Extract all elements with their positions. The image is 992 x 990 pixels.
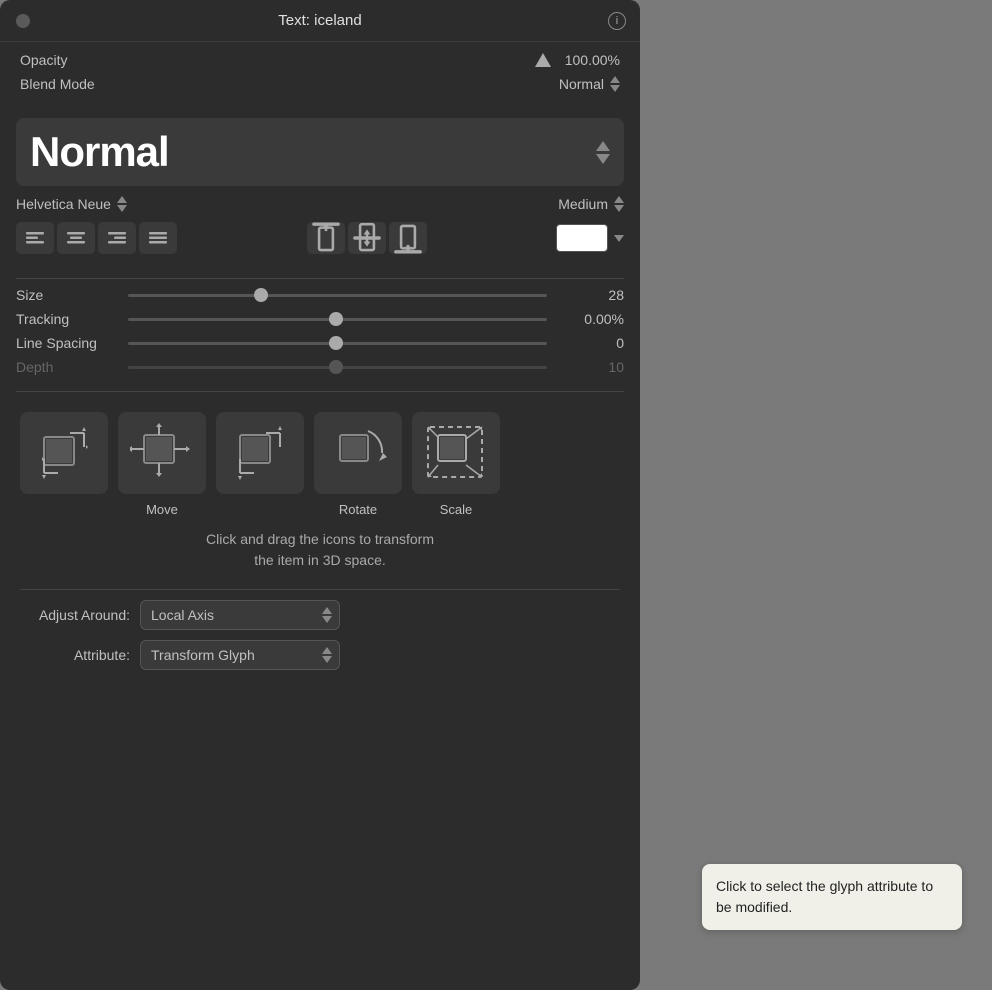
opacity-slider-thumb[interactable]: [535, 53, 551, 67]
justify-button[interactable]: [139, 222, 177, 254]
adjust-around-label: Adjust Around:: [20, 607, 130, 623]
scale-label: Scale: [412, 502, 500, 517]
font-family-up-arrow[interactable]: [117, 196, 127, 203]
alignment-color-row: [16, 222, 624, 254]
font-family-label: Helvetica Neue: [16, 196, 111, 212]
font-weight-up-arrow[interactable]: [614, 196, 624, 203]
titlebar: Text: iceland i: [0, 0, 640, 42]
size-slider[interactable]: [128, 294, 547, 297]
depth-value: 10: [559, 359, 624, 375]
attribute-select[interactable]: Transform Glyph Transform Character Tran…: [140, 640, 340, 670]
valign-middle-button[interactable]: [348, 222, 386, 254]
opacity-row: Opacity 100.00%: [20, 52, 620, 68]
font-weight-stepper[interactable]: [614, 196, 624, 212]
line-spacing-thumb[interactable]: [329, 336, 343, 350]
depth-row: Depth 10: [16, 359, 624, 375]
info-button[interactable]: i: [608, 12, 626, 30]
font-style-box: Normal: [16, 118, 624, 186]
callout-box: Click to select the glyph attribute to b…: [702, 864, 962, 930]
line-spacing-row: Line Spacing 0: [16, 335, 624, 351]
blend-mode-stepper[interactable]: [610, 76, 620, 92]
line-spacing-label: Line Spacing: [16, 335, 116, 351]
text-alignment-buttons: [16, 222, 177, 254]
depth-slider: [128, 366, 547, 369]
opacity-value: 100.00%: [565, 52, 620, 68]
move-label: Move: [118, 502, 206, 517]
callout-text: Click to select the glyph attribute to b…: [716, 878, 933, 915]
move-label-1: [20, 502, 108, 517]
size-row: Size 28: [16, 287, 624, 303]
font-family-stepper[interactable]: [117, 196, 127, 212]
font-weight-label: Medium: [558, 196, 608, 212]
font-family-down-arrow[interactable]: [117, 205, 127, 212]
blend-mode-down-arrow[interactable]: [610, 85, 620, 92]
attribute-label: Attribute:: [20, 647, 130, 663]
color-swatch-row: [556, 224, 624, 252]
close-button[interactable]: [16, 14, 30, 28]
tracking-row: Tracking 0.00%: [16, 311, 624, 327]
vertical-align-buttons: [307, 222, 427, 254]
main-panel: Text: iceland i Opacity 100.00% Blend Mo…: [0, 0, 640, 990]
move-icon-1[interactable]: [20, 412, 108, 494]
transform-section: Move Rotate Scale Click and drag the ico…: [0, 402, 640, 690]
valign-top-button[interactable]: [307, 222, 345, 254]
align-center-button[interactable]: [57, 222, 95, 254]
font-style-up-arrow[interactable]: [596, 141, 610, 151]
scale-icon[interactable]: [412, 412, 500, 494]
blend-mode-label: Blend Mode: [20, 76, 95, 92]
opacity-label: Opacity: [20, 52, 67, 68]
move-icon-2[interactable]: [118, 412, 206, 494]
rotate-label: Rotate: [314, 502, 402, 517]
size-label: Size: [16, 287, 116, 303]
tracking-slider-thumb[interactable]: [329, 312, 343, 326]
tracking-label: Tracking: [16, 311, 116, 327]
font-style-down-arrow[interactable]: [596, 154, 610, 164]
adjust-around-row: Adjust Around: Local Axis World Axis Scr…: [20, 600, 620, 630]
font-display-name: Normal: [30, 128, 169, 176]
adjust-around-dropdown-wrapper: Local Axis World Axis Screen Axis: [140, 600, 340, 630]
move-label-3: [216, 502, 304, 517]
attribute-dropdown-wrapper: Transform Glyph Transform Character Tran…: [140, 640, 340, 670]
align-right-button[interactable]: [98, 222, 136, 254]
attribute-row: Attribute: Transform Glyph Transform Cha…: [20, 640, 620, 670]
font-weight-selector[interactable]: Medium: [558, 196, 624, 212]
font-weight-down-arrow[interactable]: [614, 205, 624, 212]
instruction-text: Click and drag the icons to transformthe…: [20, 529, 620, 571]
color-swatch[interactable]: [556, 224, 608, 252]
adjust-around-select[interactable]: Local Axis World Axis Screen Axis: [140, 600, 340, 630]
tracking-slider[interactable]: [128, 318, 547, 321]
window-title: Text: iceland: [278, 12, 361, 29]
font-controls-row: Helvetica Neue Medium: [16, 196, 624, 212]
transform-labels-row: Move Rotate Scale: [20, 502, 620, 517]
valign-bottom-button[interactable]: [389, 222, 427, 254]
transform-icons-row: [20, 412, 620, 494]
font-style-stepper[interactable]: [596, 141, 610, 164]
blend-mode-select[interactable]: Normal: [559, 76, 620, 92]
tracking-value: 0.00%: [559, 311, 624, 327]
depth-label: Depth: [16, 359, 116, 375]
font-family-selector[interactable]: Helvetica Neue: [16, 196, 127, 212]
line-spacing-value: 0: [559, 335, 624, 351]
blend-mode-up-arrow[interactable]: [610, 76, 620, 83]
size-value: 28: [559, 287, 624, 303]
color-chevron[interactable]: [614, 235, 624, 242]
blend-mode-row: Blend Mode Normal: [20, 76, 620, 92]
align-left-button[interactable]: [16, 222, 54, 254]
rotate-icon[interactable]: [314, 412, 402, 494]
depth-thumb: [329, 360, 343, 374]
line-spacing-slider[interactable]: [128, 342, 547, 345]
size-slider-thumb[interactable]: [254, 288, 268, 302]
move-icon-3[interactable]: [216, 412, 304, 494]
